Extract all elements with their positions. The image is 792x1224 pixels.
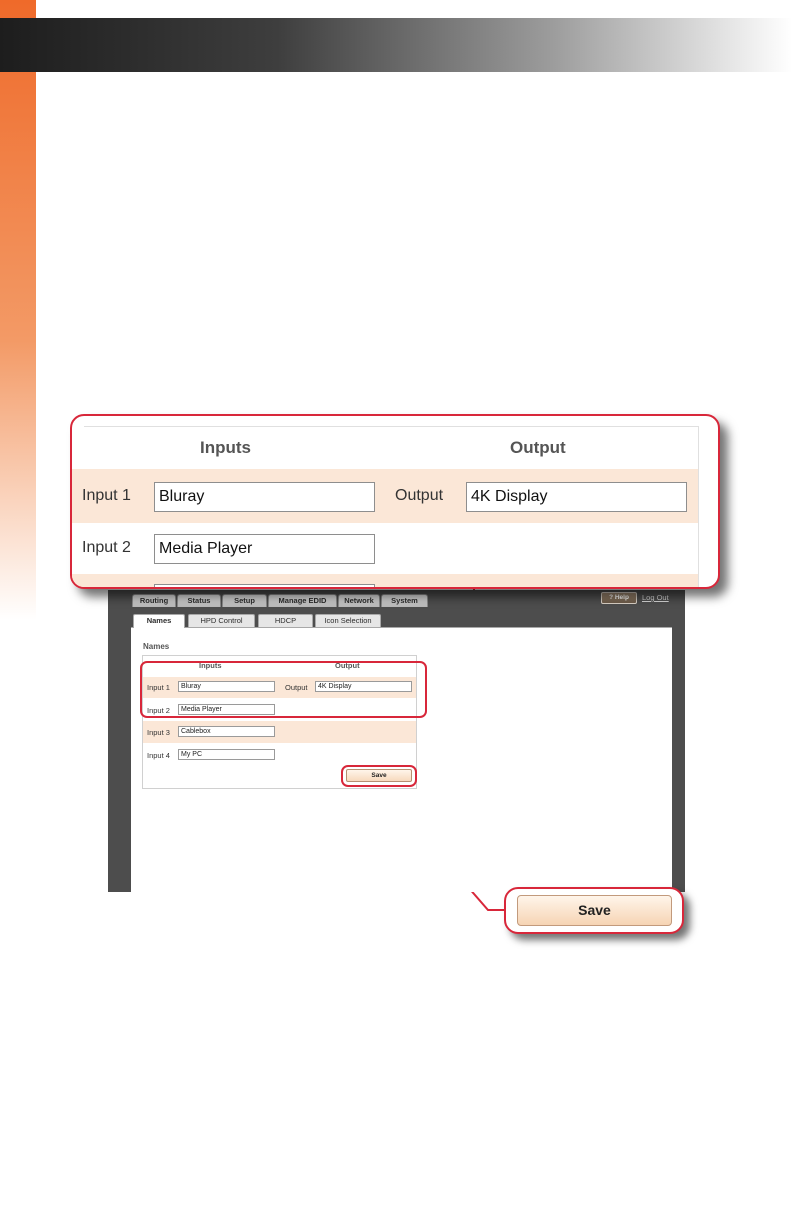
tab-status[interactable]: Status [177,594,221,607]
subtab-hdcp[interactable]: HDCP [258,614,313,627]
subtab-icon-selection[interactable]: Icon Selection [315,614,381,627]
callout-output-field[interactable]: 4K Display [466,482,687,512]
logout-link[interactable]: Log Out [642,593,669,602]
callout-output-header: Output [510,438,566,457]
callout-input-1-label: Input 1 [82,487,131,504]
callout-input-2-field[interactable]: Media Player [154,534,375,564]
callout-input-3-field-partial [154,584,375,587]
subtab-divider [131,627,672,628]
section-title: Names [143,642,170,651]
zoom-callout: Inputs Output Input 1 Bluray Output 4K D… [70,414,720,589]
subtab-names[interactable]: Names [133,614,185,628]
names-highlight [140,661,427,718]
callout-top-line [84,426,698,427]
callout-input-1-field[interactable]: Bluray [154,482,375,512]
save-callout-button[interactable]: Save [517,895,672,926]
callout-inputs-header: Inputs [200,438,251,457]
tab-setup[interactable]: Setup [222,594,267,607]
tab-system[interactable]: System [381,594,428,607]
tab-network[interactable]: Network [338,594,380,607]
input-4-field[interactable]: My PC [178,749,275,760]
subtab-hpd-control[interactable]: HPD Control [188,614,255,627]
input-3-label: Input 3 [147,728,170,737]
tab-routing[interactable]: Routing [132,594,176,607]
callout-output-label: Output [395,487,444,504]
help-button[interactable]: ? Help [601,592,637,604]
input-4-label: Input 4 [147,751,170,760]
save-highlight [341,765,417,787]
callout-input-2-label: Input 2 [82,539,131,556]
tab-manage-edid[interactable]: Manage EDID [268,594,337,607]
input-3-field[interactable]: Cablebox [178,726,275,737]
callout-right-line [698,426,699,587]
